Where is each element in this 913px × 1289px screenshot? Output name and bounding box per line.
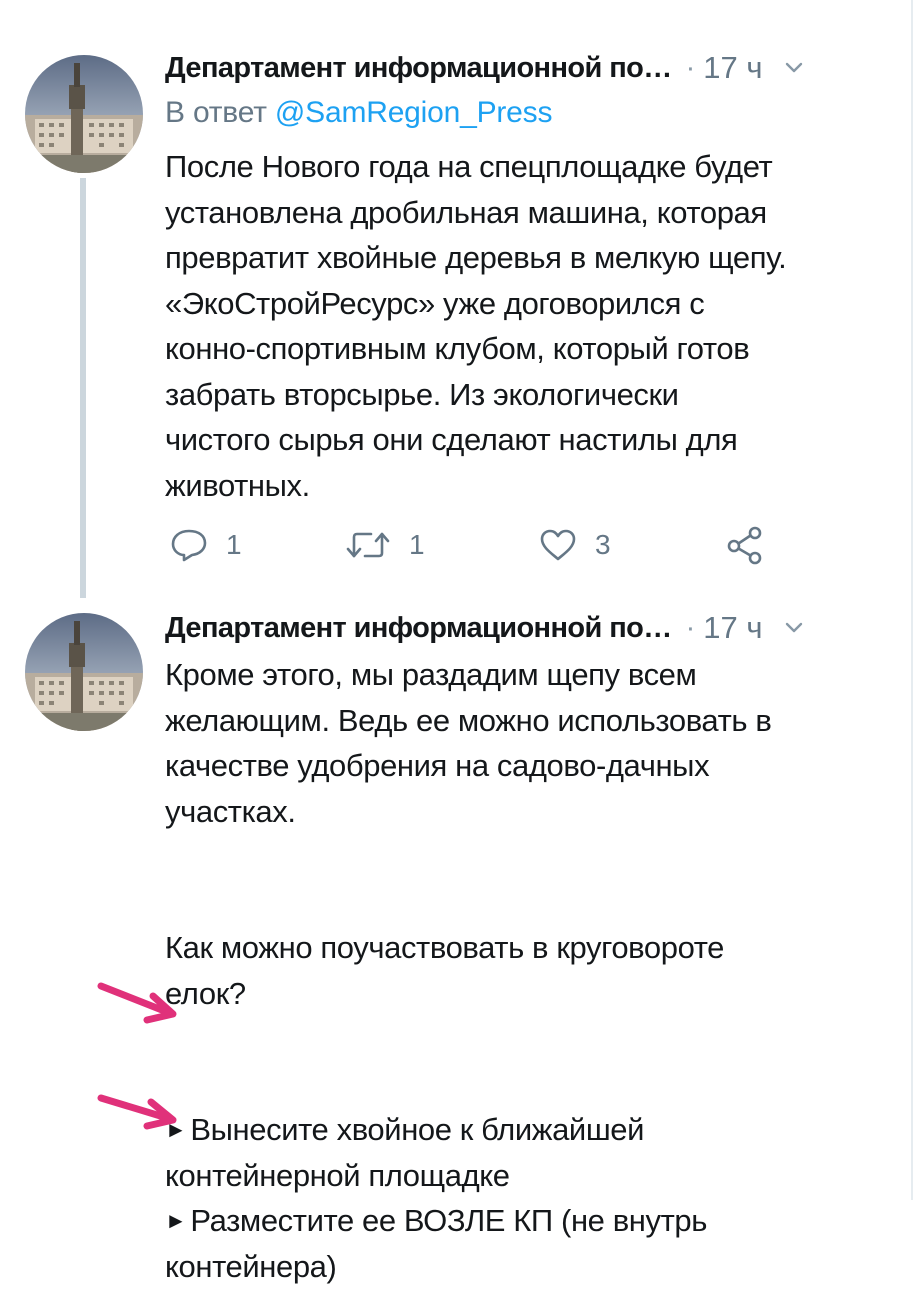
tweet-body: Кроме этого, мы раздадим щепу всем желаю…: [165, 652, 885, 1289]
retweet-count: 1: [409, 529, 425, 561]
thread-connector-line: [80, 178, 86, 598]
reply-count: 1: [226, 529, 242, 561]
bullet-arrow-icon: ►: [165, 1198, 186, 1244]
tweet-line: контейнера): [165, 1244, 885, 1289]
tweet-line: конно-спортивным клубом, который готов: [165, 326, 885, 372]
tweet-line: Как можно поучаствовать в круговороте: [165, 925, 885, 971]
bullet-text: Разместите ее ВОЗЛЕ КП (не внутрь: [190, 1203, 707, 1238]
tweet-actions: 1 1 3: [165, 520, 805, 570]
tweet-line: Кроме этого, мы раздадим щепу всем: [165, 652, 885, 698]
tweet-body: После Нового года на спецплощадке будет …: [165, 144, 885, 508]
share-button[interactable]: [725, 520, 765, 570]
tweet-line: контейнерной площадке: [165, 1153, 885, 1199]
reply-context: В ответ @SamRegion_Press: [165, 96, 552, 130]
tweet-line: превратит хвойные деревья в мелкую щепу.: [165, 235, 885, 281]
like-icon: [539, 528, 577, 562]
author-name[interactable]: Департамент информационной по…: [165, 52, 672, 85]
bullet-item-line: ►Разместите ее ВОЗЛЕ КП (не внутрь: [165, 1198, 885, 1244]
chevron-down-icon[interactable]: [785, 62, 803, 74]
tweet-line: После Нового года на спецплощадке будет: [165, 144, 885, 190]
tweet-line: животных.: [165, 463, 885, 509]
reply-icon: [170, 528, 208, 562]
tweet-line: участках.: [165, 789, 885, 835]
avatar-image: [25, 613, 143, 731]
share-icon: [725, 525, 765, 565]
paragraph-gap: [165, 1016, 885, 1107]
avatar[interactable]: [25, 613, 143, 731]
like-button[interactable]: 3: [539, 520, 611, 570]
tweet-header: Департамент информационной по… · 17 ч: [165, 606, 873, 650]
like-count: 3: [595, 529, 611, 561]
author-name[interactable]: Департамент информационной по…: [165, 612, 672, 645]
avatar[interactable]: [25, 55, 143, 173]
tweet-line: забрать вторсырье. Из экологически: [165, 372, 885, 418]
avatar-image: [25, 55, 143, 173]
retweet-icon: [345, 528, 391, 562]
retweet-button[interactable]: 1: [345, 520, 425, 570]
tweet-line: елок?: [165, 971, 885, 1017]
tweet-line: установлена дробильная машина, которая: [165, 190, 885, 236]
tweet-header: Департамент информационной по… · 17 ч: [165, 46, 873, 90]
tweet-line: «ЭкоСтройРесурс» уже договорился с: [165, 281, 885, 327]
tweet-line: качестве удобрения на садово-дачных: [165, 743, 885, 789]
chevron-down-icon[interactable]: [785, 622, 803, 634]
separator-dot: ·: [686, 612, 696, 645]
bullet-arrow-icon: ►: [165, 1107, 186, 1153]
reply-handle-link[interactable]: @SamRegion_Press: [275, 96, 552, 129]
timestamp[interactable]: 17 ч: [703, 50, 762, 86]
reply-prefix: В ответ: [165, 96, 267, 129]
tweet-line: чистого сырья они сделают настилы для: [165, 417, 885, 463]
bullet-item-line: ►Вынесите хвойное к ближайшей: [165, 1107, 885, 1153]
bullet-text: Вынесите хвойное к ближайшей: [190, 1112, 644, 1147]
separator-dot: ·: [686, 52, 696, 85]
timestamp[interactable]: 17 ч: [703, 610, 762, 646]
tweet-line: желающим. Ведь ее можно использовать в: [165, 698, 885, 744]
reply-button[interactable]: 1: [170, 520, 242, 570]
paragraph-gap: [165, 834, 885, 925]
